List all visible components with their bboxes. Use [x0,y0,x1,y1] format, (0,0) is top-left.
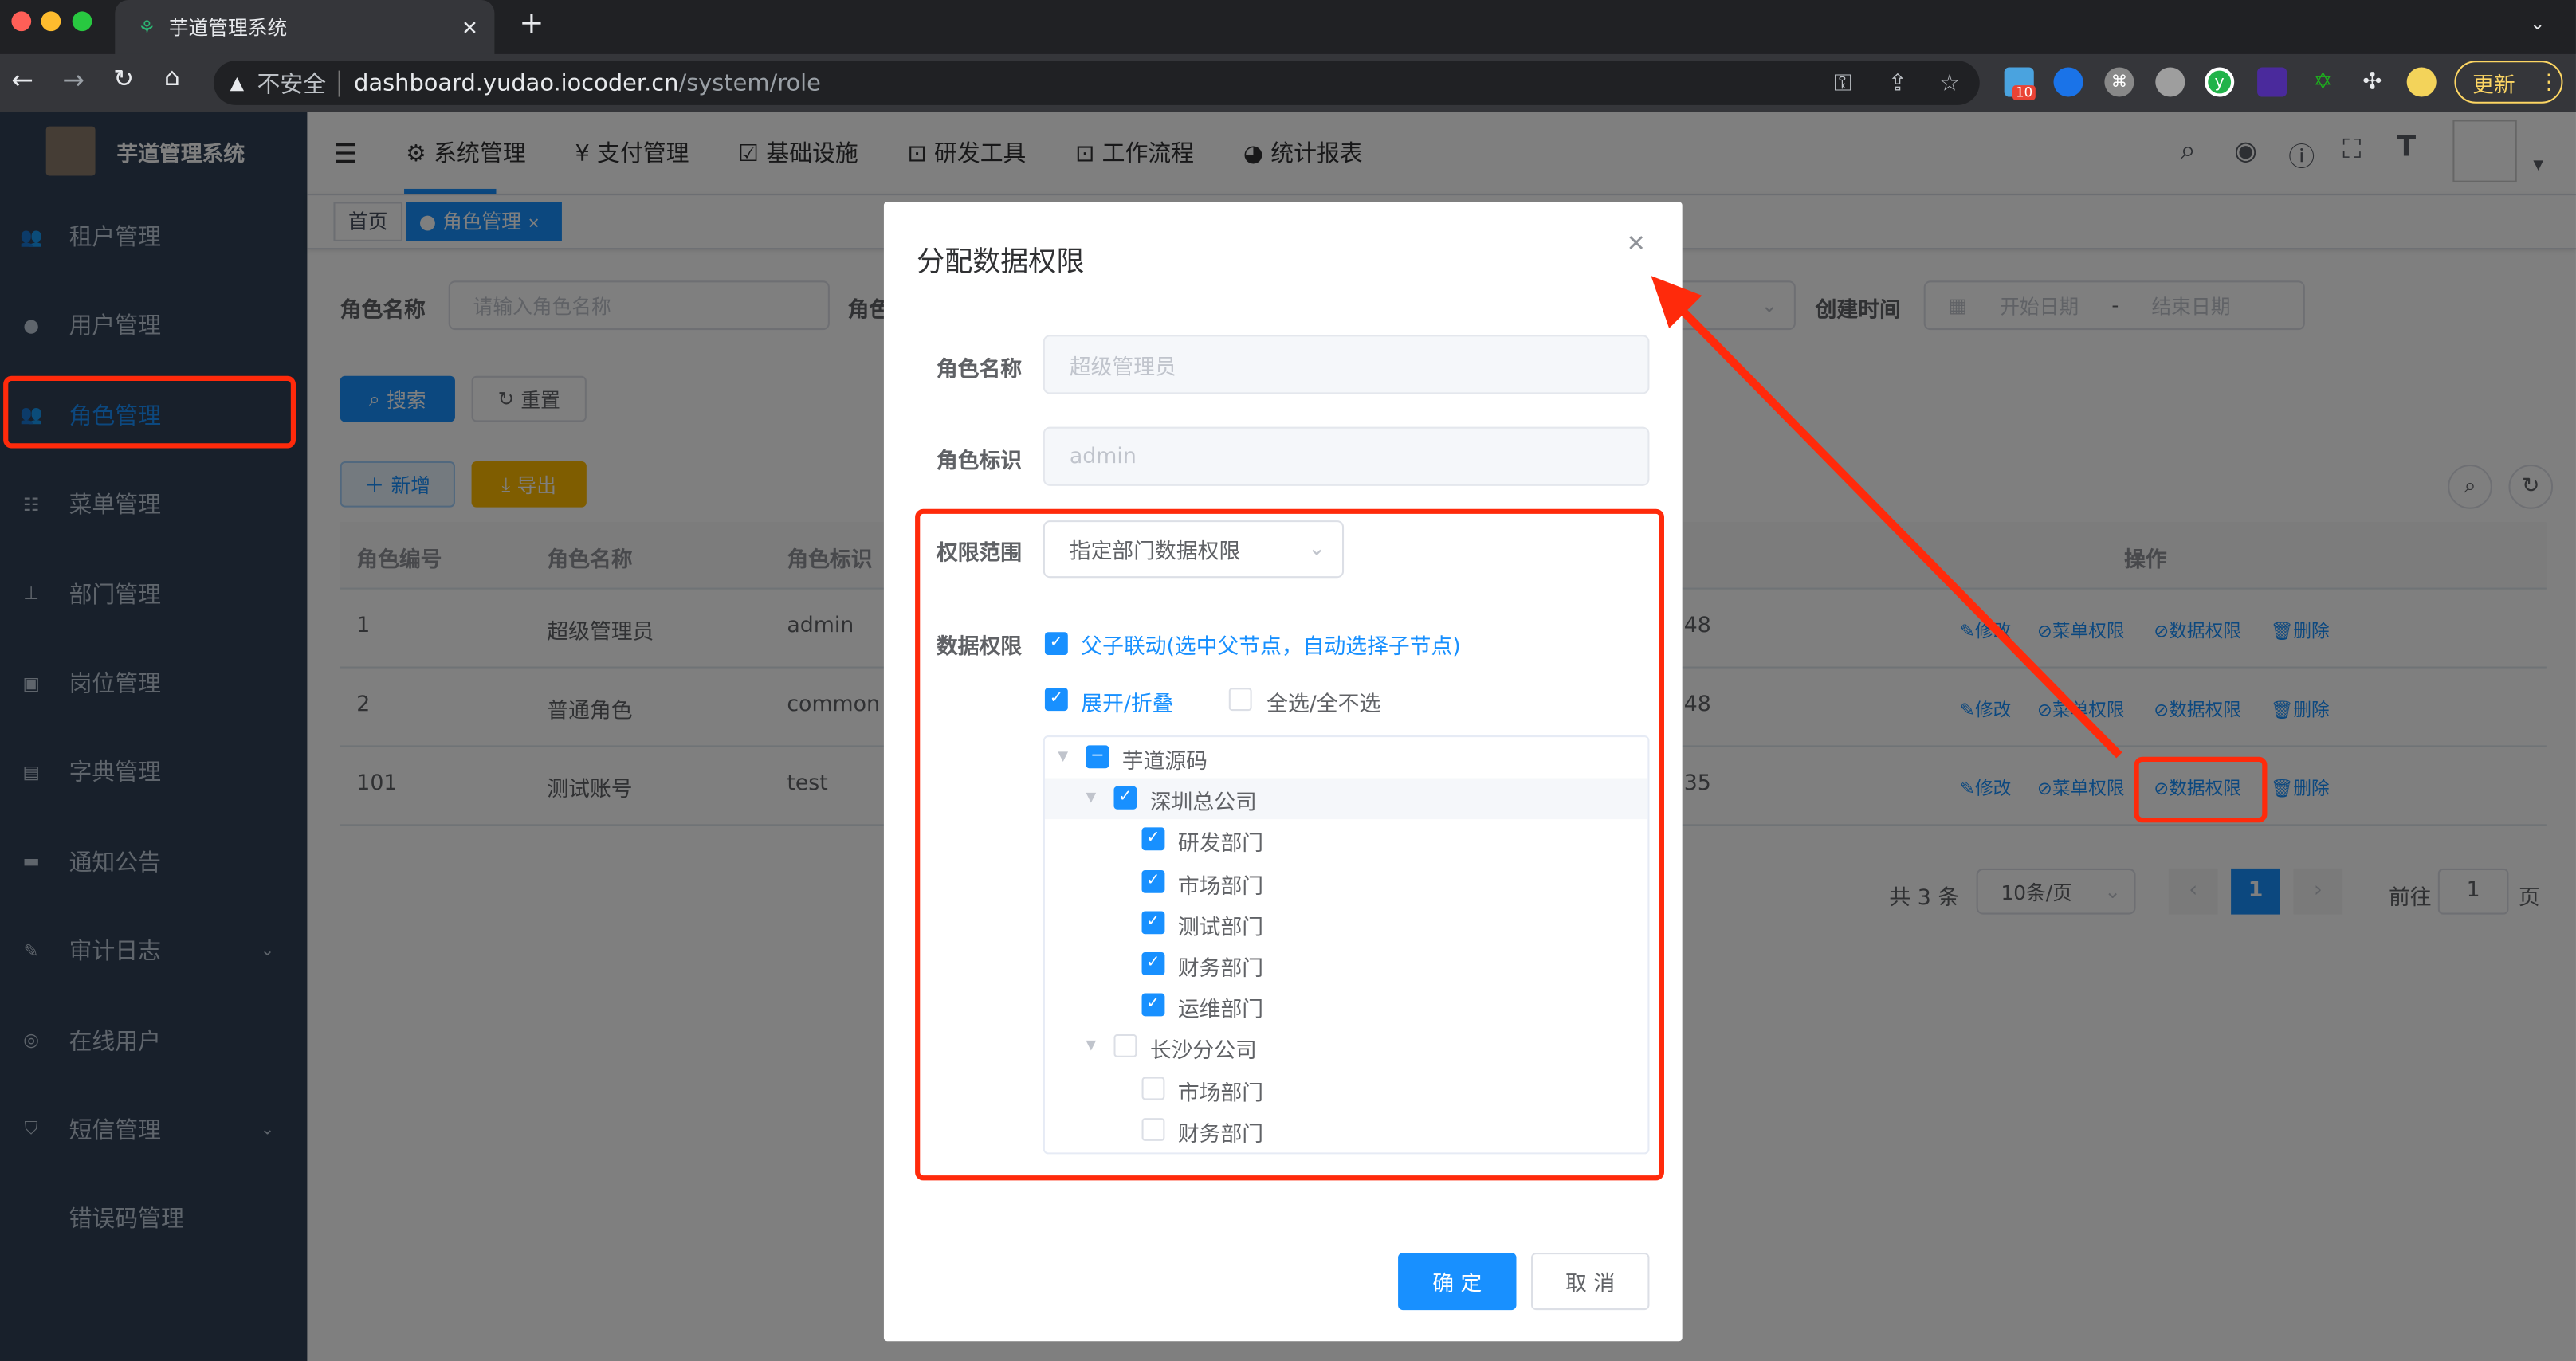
arrow-shaft [1672,300,2122,759]
annotation-arrow [1651,276,2122,759]
